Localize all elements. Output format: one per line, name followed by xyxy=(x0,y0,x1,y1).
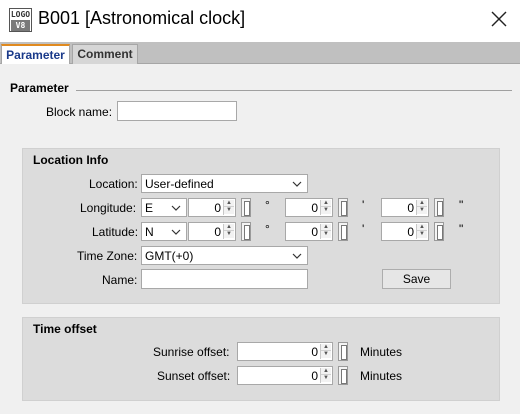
latitude-seconds-spinner[interactable]: 0 ▲ ▼ xyxy=(381,222,429,241)
spin-up-icon[interactable]: ▲ xyxy=(224,200,234,207)
spin-down-icon[interactable]: ▼ xyxy=(224,231,234,238)
title-bar: LOGO V8 B001 [Astronomical clock] xyxy=(0,0,520,42)
latitude-label: Latitude: xyxy=(92,225,139,239)
spin-up-icon[interactable]: ▲ xyxy=(321,344,331,351)
spin-up-icon[interactable]: ▲ xyxy=(417,224,427,231)
sunrise-offset-unit: Minutes xyxy=(360,345,403,359)
longitude-minutes-value: 0 xyxy=(311,201,318,215)
location-info-title: Location Info xyxy=(33,153,109,167)
spin-down-icon[interactable]: ▼ xyxy=(321,207,331,214)
latitude-degrees-spinner[interactable]: 0 ▲ ▼ xyxy=(188,222,236,241)
sunset-offset-value: 0 xyxy=(311,369,318,383)
spin-down-icon[interactable]: ▼ xyxy=(417,207,427,214)
longitude-degrees-slider-button[interactable] xyxy=(241,198,251,217)
latitude-seconds-value: 0 xyxy=(407,225,414,239)
time-offset-title: Time offset xyxy=(33,322,97,336)
sunrise-offset-value: 0 xyxy=(311,345,318,359)
close-icon xyxy=(491,11,507,27)
latitude-seconds-slider-button[interactable] xyxy=(434,222,444,241)
second-symbol: " xyxy=(459,222,464,236)
parameter-panel: Parameter Block name: Location Info Loca… xyxy=(0,64,520,414)
latitude-degrees-value: 0 xyxy=(214,225,221,239)
sunrise-offset-spinner[interactable]: 0 ▲ ▼ xyxy=(237,342,333,361)
longitude-seconds-value: 0 xyxy=(407,201,414,215)
sunset-offset-slider-button[interactable] xyxy=(338,366,348,385)
tab-comment[interactable]: Comment xyxy=(72,44,138,64)
spin-down-icon[interactable]: ▼ xyxy=(321,351,331,358)
chevron-down-icon xyxy=(292,181,302,187)
window-title: B001 [Astronomical clock] xyxy=(38,8,246,28)
logo-app-icon: LOGO V8 xyxy=(9,8,32,32)
spin-down-icon[interactable]: ▼ xyxy=(417,231,427,238)
spinner-arrows: ▲ ▼ xyxy=(320,200,331,215)
location-name-input[interactable] xyxy=(141,269,308,289)
degree-symbol: ° xyxy=(265,222,270,236)
tab-strip: Parameter Comment xyxy=(0,42,520,66)
timezone-select[interactable]: GMT(+0) xyxy=(141,246,308,265)
spinner-arrows: ▲ ▼ xyxy=(416,200,427,215)
spin-down-icon[interactable]: ▼ xyxy=(321,231,331,238)
save-location-button[interactable]: Save xyxy=(382,269,451,289)
latitude-direction-value: N xyxy=(145,225,154,239)
longitude-minutes-spinner[interactable]: 0 ▲ ▼ xyxy=(285,198,333,217)
location-select[interactable]: User-defined xyxy=(141,174,308,193)
location-select-value: User-defined xyxy=(145,177,214,191)
sunset-offset-label: Sunset offset: xyxy=(157,369,231,383)
app-icon-line2: V8 xyxy=(11,20,30,31)
spinner-arrows: ▲ ▼ xyxy=(320,344,331,359)
spinner-arrows: ▲ ▼ xyxy=(320,368,331,383)
location-name-label: Name: xyxy=(102,273,138,287)
chevron-down-icon xyxy=(292,253,302,259)
latitude-minutes-value: 0 xyxy=(311,225,318,239)
spin-down-icon[interactable]: ▼ xyxy=(321,375,331,382)
close-button[interactable] xyxy=(486,8,512,32)
spinner-arrows: ▲ ▼ xyxy=(223,224,234,239)
longitude-seconds-slider-button[interactable] xyxy=(434,198,444,217)
sunrise-offset-slider-button[interactable] xyxy=(338,342,348,361)
sunrise-offset-label: Sunrise offset: xyxy=(153,345,230,359)
timezone-select-value: GMT(+0) xyxy=(145,249,194,263)
latitude-degrees-slider-button[interactable] xyxy=(241,222,251,241)
sunset-offset-unit: Minutes xyxy=(360,369,403,383)
latitude-minutes-spinner[interactable]: 0 ▲ ▼ xyxy=(285,222,333,241)
spin-up-icon[interactable]: ▲ xyxy=(224,224,234,231)
spin-down-icon[interactable]: ▼ xyxy=(224,207,234,214)
longitude-seconds-spinner[interactable]: 0 ▲ ▼ xyxy=(381,198,429,217)
tab-parameter[interactable]: Parameter xyxy=(1,44,70,66)
app-icon-line1: LOGO xyxy=(10,10,31,19)
block-name-label: Block name: xyxy=(46,105,113,119)
longitude-degrees-value: 0 xyxy=(214,201,221,215)
latitude-direction-select[interactable]: N xyxy=(141,222,187,241)
longitude-minutes-slider-button[interactable] xyxy=(338,198,348,217)
degree-symbol: ° xyxy=(265,198,270,212)
spin-up-icon[interactable]: ▲ xyxy=(321,224,331,231)
spinner-arrows: ▲ ▼ xyxy=(320,224,331,239)
chevron-down-icon xyxy=(171,205,181,211)
spinner-arrows: ▲ ▼ xyxy=(223,200,234,215)
longitude-degrees-spinner[interactable]: 0 ▲ ▼ xyxy=(188,198,236,217)
spinner-arrows: ▲ ▼ xyxy=(416,224,427,239)
longitude-direction-value: E xyxy=(145,201,154,215)
latitude-minutes-slider-button[interactable] xyxy=(338,222,348,241)
spin-up-icon[interactable]: ▲ xyxy=(321,368,331,375)
longitude-label: Longitude: xyxy=(80,201,137,215)
minute-symbol: ' xyxy=(362,198,365,212)
timezone-label: Time Zone: xyxy=(77,249,138,263)
section-divider xyxy=(76,90,512,91)
location-label: Location: xyxy=(89,177,138,191)
sunset-offset-spinner[interactable]: 0 ▲ ▼ xyxy=(237,366,333,385)
spin-up-icon[interactable]: ▲ xyxy=(417,200,427,207)
second-symbol: " xyxy=(459,198,464,212)
spin-up-icon[interactable]: ▲ xyxy=(321,200,331,207)
parameter-section-title: Parameter xyxy=(10,81,69,95)
longitude-direction-select[interactable]: E xyxy=(141,198,187,217)
block-name-input[interactable] xyxy=(117,101,237,121)
chevron-down-icon xyxy=(171,229,181,235)
minute-symbol: ' xyxy=(362,222,365,236)
